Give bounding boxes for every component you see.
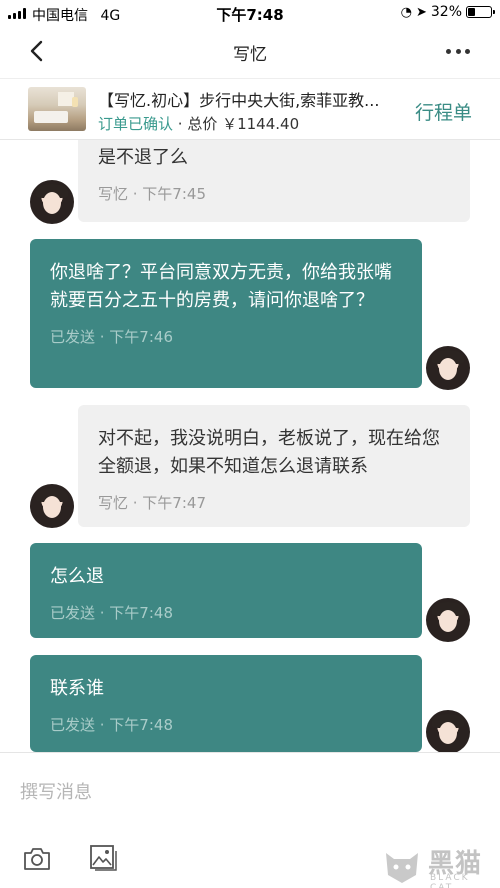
- message-text: 是不退了么: [98, 147, 188, 168]
- screen-lock-icon: ◔: [400, 4, 412, 20]
- message-bubble-incoming[interactable]: 是不退了么 写忆 · 下午7:45: [78, 140, 470, 222]
- order-subtitle: 订单已确认 · 总价 ￥1144.40: [98, 113, 299, 134]
- contact-avatar[interactable]: [30, 484, 74, 528]
- itinerary-button[interactable]: 行程单: [415, 98, 472, 125]
- camera-button[interactable]: [22, 845, 52, 873]
- message-text: 对不起，我没说明白，老板说了，现在给您全额退，如果不知道怎么退请联系: [98, 428, 440, 477]
- nav-bar: 写忆: [0, 26, 500, 78]
- camera-icon: [24, 848, 50, 870]
- message-bubble-outgoing[interactable]: 你退啥了？平台同意双方无责，你给我张嘴就要百分之五十的房费，请问你退啥了？ 已发…: [30, 239, 422, 388]
- composer-area: 黑猫 BLACK CAT: [0, 752, 500, 888]
- image-icon: [90, 845, 117, 871]
- message-bubble-outgoing[interactable]: 联系谁 已发送 · 下午7:48: [30, 655, 422, 752]
- message-meta: 写忆 · 下午7:45: [98, 185, 206, 203]
- location-arrow-icon: ➤: [415, 4, 427, 20]
- message-text: 联系谁: [50, 678, 104, 699]
- message-input[interactable]: [20, 775, 460, 809]
- page-title: 写忆: [233, 45, 267, 65]
- message-bubble-outgoing[interactable]: 怎么退 已发送 · 下午7:48: [30, 543, 422, 638]
- more-options-button[interactable]: [446, 46, 470, 56]
- battery-fill: [468, 8, 476, 16]
- order-title: 【写忆.初心】步行中央大街,索菲亚教...: [98, 91, 380, 110]
- message-bubble-incoming[interactable]: 对不起，我没说明白，老板说了，现在给您全额退，如果不知道怎么退请联系 写忆 · …: [78, 405, 470, 527]
- battery-percent: 32%: [430, 4, 462, 20]
- order-summary-bar[interactable]: 【写忆.初心】步行中央大街,索菲亚教... 订单已确认 · 总价 ￥1144.4…: [0, 78, 500, 140]
- message-meta: 已发送 · 下午7:46: [50, 328, 173, 346]
- order-status: 订单已确认: [98, 115, 174, 133]
- back-button[interactable]: [22, 36, 52, 66]
- cat-logo-icon: [386, 853, 418, 883]
- image-button[interactable]: [88, 843, 118, 873]
- user-avatar[interactable]: [426, 598, 470, 642]
- watermark-subtext: BLACK CAT: [430, 873, 470, 888]
- chat-messages[interactable]: 是不退了么 写忆 · 下午7:45 你退啥了？平台同意双方无责，你给我张嘴就要百…: [0, 140, 500, 752]
- back-chevron-icon: [30, 40, 43, 62]
- user-avatar[interactable]: [426, 346, 470, 390]
- message-text: 你退啥了？平台同意双方无责，你给我张嘴就要百分之五十的房费，请问你退啥了？: [50, 262, 392, 311]
- contact-avatar[interactable]: [30, 180, 74, 224]
- battery-icon: [466, 6, 495, 18]
- message-meta: 写忆 · 下午7:47: [98, 494, 206, 512]
- user-avatar[interactable]: [426, 710, 470, 752]
- order-price: · 总价 ￥1144.40: [173, 115, 300, 133]
- hotel-room-thumbnail: [28, 87, 86, 131]
- message-text: 怎么退: [50, 566, 104, 587]
- status-bar: 中国电信 4G 下午7:48 ◔ ➤ 32%: [0, 0, 500, 26]
- message-meta: 已发送 · 下午7:48: [50, 604, 173, 622]
- message-meta: 已发送 · 下午7:48: [50, 716, 173, 734]
- more-dots-icon: [446, 48, 451, 54]
- black-cat-watermark: 黑猫 BLACK CAT: [382, 843, 492, 888]
